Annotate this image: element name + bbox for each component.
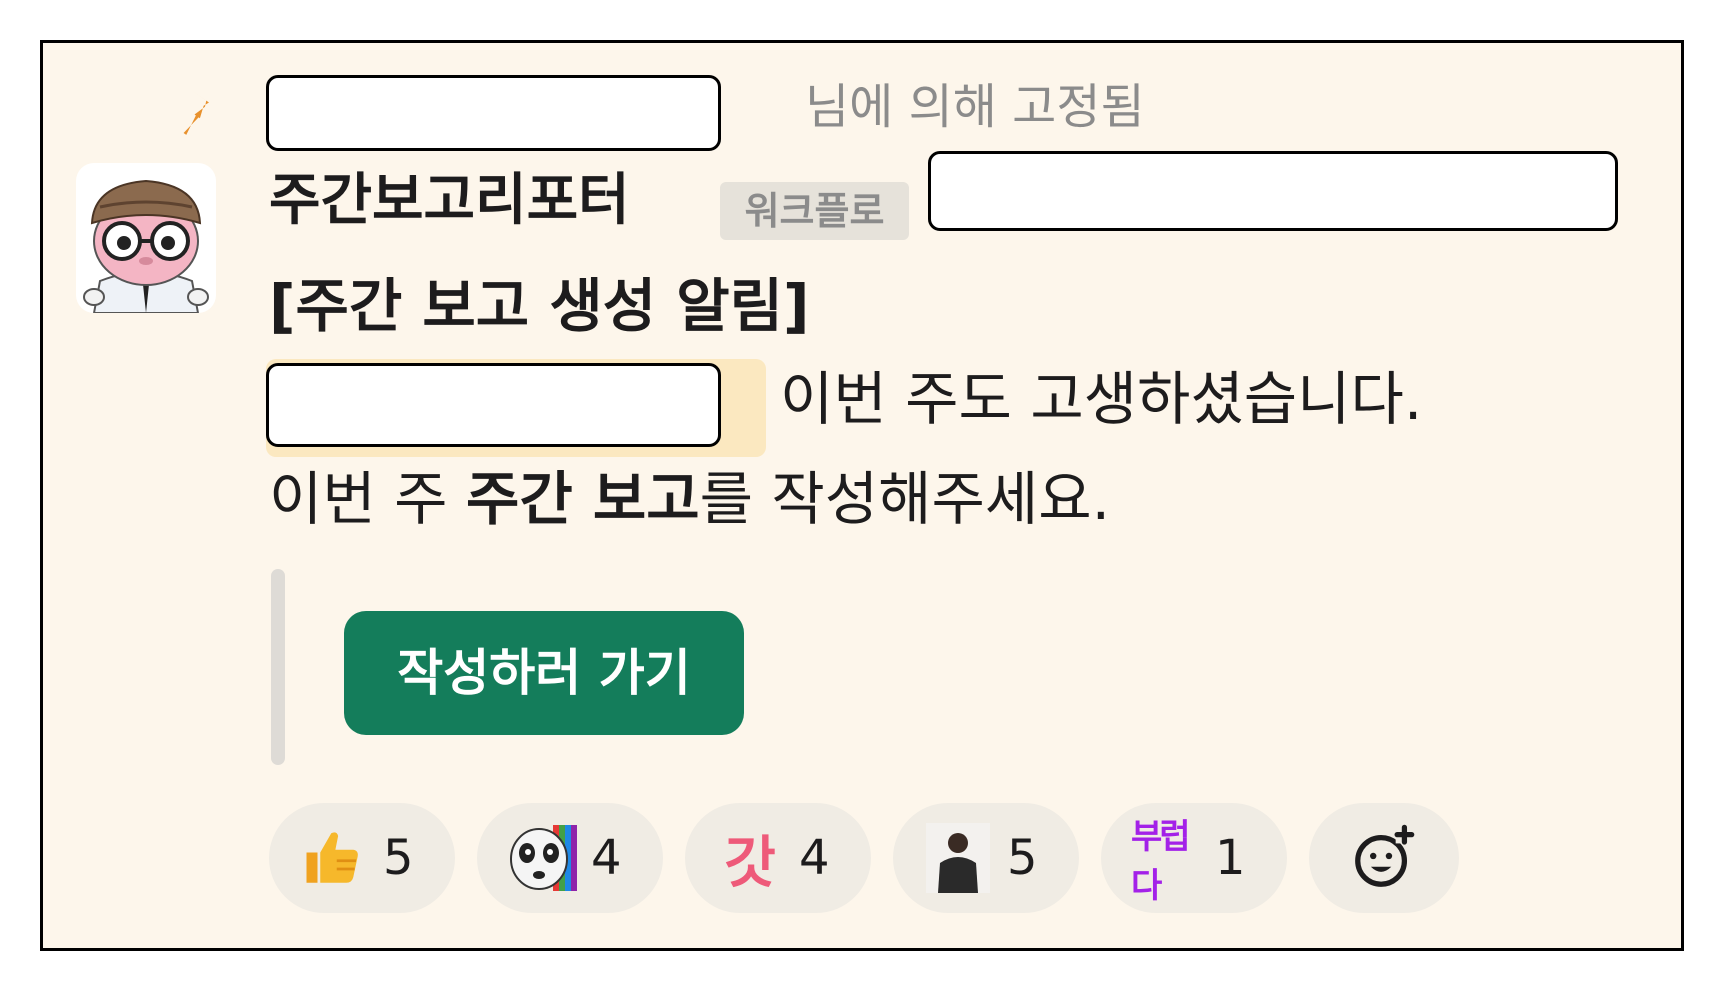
panda-rainbow-icon: [507, 823, 577, 893]
line2-prefix: 이번 주: [269, 465, 466, 533]
reaction-person[interactable]: 5: [893, 803, 1079, 913]
message-title: [주간 보고 생성 알림]: [269, 272, 810, 340]
attachment-quote-bar: [271, 569, 285, 765]
write-report-button[interactable]: 작성하러 가기: [344, 611, 744, 735]
line2-bold-text: 주간 보고: [465, 465, 700, 533]
redacted-pinner-name: [266, 75, 721, 151]
redacted-timestamp: [928, 151, 1618, 231]
reaction-count: 1: [1215, 830, 1246, 886]
reaction-count: 4: [799, 830, 830, 886]
reporter-character-icon: [83, 179, 209, 313]
reaction-count: 5: [383, 830, 414, 886]
reaction-bureopda[interactable]: 부럽다 1: [1101, 803, 1287, 913]
thumbs-up-icon: [299, 823, 369, 893]
reaction-gat[interactable]: 갓 4: [685, 803, 871, 913]
add-reaction-button[interactable]: [1309, 803, 1459, 913]
avatar[interactable]: [76, 163, 216, 313]
reaction-panda[interactable]: 4: [477, 803, 663, 913]
bureopda-text-icon: 부럽다: [1131, 817, 1191, 906]
reaction-count: 5: [1007, 830, 1038, 886]
sender-name[interactable]: 주간보고리포터: [269, 173, 630, 229]
person-photo-icon: [923, 823, 993, 893]
message-line-1: 이번 주도 고생하셨습니다.: [780, 365, 1423, 433]
reaction-thumbs-up[interactable]: 5: [269, 803, 455, 913]
gat-text-icon: 갓: [724, 830, 776, 896]
add-emoji-icon: [1355, 824, 1415, 887]
line2-suffix: 를 작성해주세요.: [699, 465, 1111, 533]
workflow-badge: 워크플로: [720, 182, 909, 240]
pinned-by-label: 님에 의해 고정됨: [805, 79, 1145, 135]
message-line-2: 이번 주 주간 보고를 작성해주세요.: [269, 470, 1110, 528]
pin-icon: [183, 89, 209, 135]
reaction-count: 4: [591, 830, 622, 886]
reaction-bar: 5 4 갓 4 5 부럽다 1: [269, 803, 1459, 913]
redacted-mention: [266, 363, 721, 447]
pinned-message-card: 님에 의해 고정됨 주간보고리포터 워크플로 [주간 보고 생성 알림] 이번 …: [40, 40, 1684, 951]
